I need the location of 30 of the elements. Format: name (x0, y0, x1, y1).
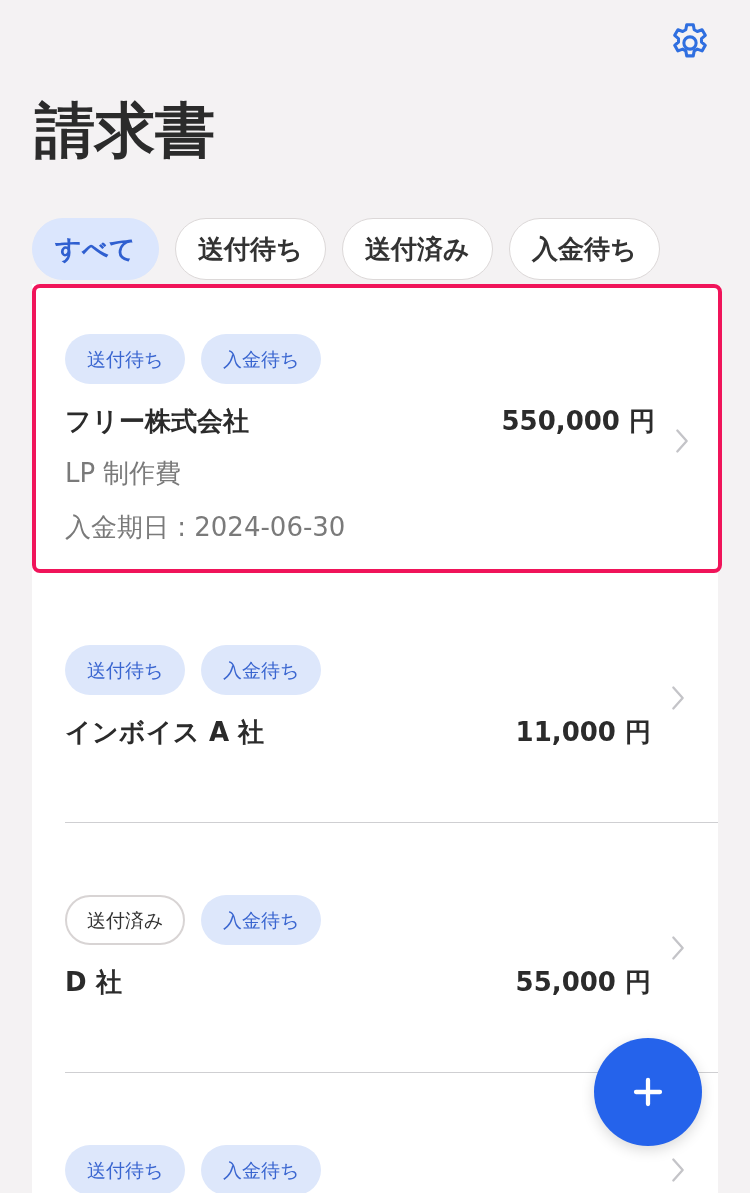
invoice-description: LP 制作費 (65, 457, 183, 490)
chevron-icon (675, 427, 689, 454)
invoice-item[interactable]: 送付待ち 入金待ち インボイス A 社 11,000 円 (32, 573, 718, 822)
filter-chip[interactable]: すべて (32, 218, 159, 280)
client-name: インボイス A 社 (65, 716, 265, 749)
chevron-icon (671, 1157, 685, 1183)
chevron-icon (671, 934, 685, 961)
filter-chip[interactable]: 送付済み (342, 218, 493, 280)
status-tag: 入金待ち (201, 645, 321, 695)
status-tag: 送付待ち (65, 645, 185, 695)
invoice-amount: 550,000 円 (501, 405, 655, 438)
due-date: 入金期日 : 2024-06-30 (65, 511, 347, 544)
client-name: D 社 (65, 966, 122, 999)
invoice-item[interactable]: 送付待ち 入金待ち フリー株式会社 550,000 円 LP 制作費 入金期日 : 2024-06-30 (32, 284, 722, 573)
status-tag: 入金待ち (201, 1145, 321, 1193)
invoice-item[interactable]: 送付済み 入金待ち D 社 55,000 円 (32, 823, 718, 1072)
status-tag: 送付済み (65, 895, 185, 945)
filter-chip[interactable]: 入金待ち (509, 218, 660, 280)
page-title: 請求書 (35, 94, 216, 167)
invoice-amount: 55,000 円 (515, 966, 651, 999)
status-tag: 送付待ち (65, 334, 185, 384)
chevron-icon (671, 684, 685, 711)
invoice-amount: 11,000 円 (515, 716, 651, 749)
client-name: フリー株式会社 (65, 405, 249, 438)
status-tag: 入金待ち (201, 334, 321, 384)
status-tag: 送付待ち (65, 1145, 185, 1193)
filter-chip[interactable]: 送付待ち (175, 218, 326, 280)
invoice-item[interactable]: 送付待ち 入金待ち (32, 1073, 718, 1193)
plus-icon (632, 1076, 664, 1108)
status-tag: 入金待ち (201, 895, 321, 945)
